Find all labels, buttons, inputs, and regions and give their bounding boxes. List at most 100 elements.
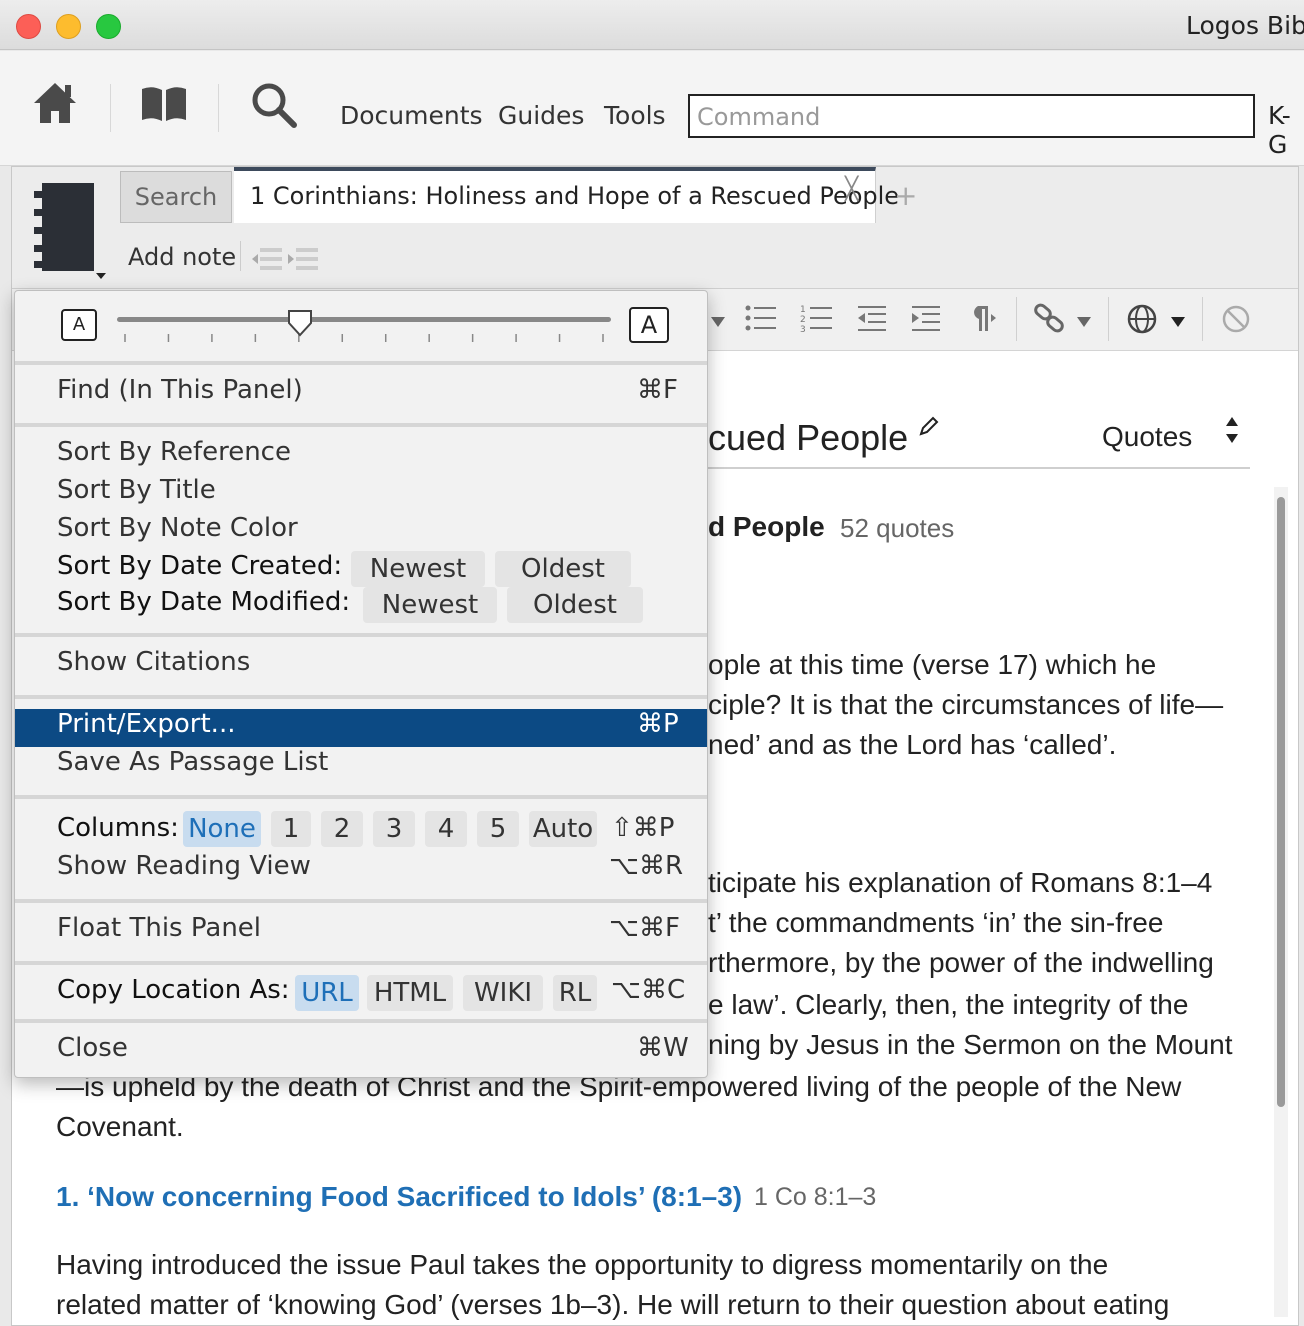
section-heading-link[interactable]: 1. ‘Now concerning Food Sacrificed to Id… — [56, 1181, 742, 1213]
slider-ticks — [117, 329, 611, 342]
notebook-icon[interactable] — [30, 183, 110, 287]
menu-separator — [15, 961, 707, 965]
copy-rl-option[interactable]: RL — [553, 975, 597, 1011]
svg-text:3: 3 — [800, 325, 806, 333]
columns-4-option[interactable]: 4 — [425, 811, 467, 847]
save-as-passage-list-item[interactable]: Save As Passage List — [57, 747, 328, 777]
show-citations-item[interactable]: Show Citations — [57, 647, 250, 677]
body-text-line: Covenant. — [56, 1111, 184, 1142]
menu-separator — [15, 633, 707, 637]
menu-separator — [15, 695, 707, 699]
minimize-window-button[interactable] — [56, 14, 81, 39]
body-text-line: Having introduced the issue Paul takes t… — [56, 1249, 1109, 1280]
indent-icon[interactable] — [286, 245, 322, 277]
numbered-list-icon[interactable]: 123 — [800, 303, 832, 337]
columns-5-option[interactable]: 5 — [477, 811, 519, 847]
toolbar-divider — [110, 84, 111, 132]
menu-separator — [15, 361, 707, 365]
divider — [1016, 297, 1017, 341]
chevron-down-icon[interactable] — [710, 313, 726, 332]
columns-2-option[interactable]: 2 — [321, 811, 363, 847]
divider — [240, 241, 241, 271]
slider-thumb[interactable] — [287, 309, 313, 341]
tab-search[interactable]: Search — [120, 171, 232, 223]
close-panel-item[interactable]: Close — [57, 1033, 128, 1063]
sort-by-date-modified-label: Sort By Date Modified: — [57, 587, 351, 617]
panel-header: Search 1 Corinthians: Holiness and Hope … — [12, 167, 1298, 289]
body-text-line: ciple? It is that the circumstances of l… — [708, 689, 1224, 720]
copy-url-option[interactable]: URL — [295, 975, 359, 1011]
search-icon[interactable] — [250, 81, 298, 133]
increase-indent-icon[interactable] — [910, 303, 942, 337]
copy-location-shortcut: ⌥⌘C — [611, 975, 686, 1005]
home-icon[interactable] — [32, 81, 78, 129]
find-in-panel-item[interactable]: Find (In This Panel) — [57, 375, 303, 405]
body-text-line: ning by Jesus in the Sermon on the Mount — [708, 1029, 1233, 1060]
created-oldest-option[interactable]: Oldest — [495, 551, 631, 587]
close-shortcut: ⌘W — [637, 1033, 689, 1063]
modified-newest-option[interactable]: Newest — [363, 587, 497, 623]
menu-separator — [15, 1019, 707, 1023]
font-size-slider[interactable] — [117, 317, 611, 322]
section-reference[interactable]: 1 Co 8:1–3 — [754, 1183, 876, 1212]
columns-label: Columns: — [57, 813, 179, 843]
close-window-button[interactable] — [16, 14, 41, 39]
zoom-window-button[interactable] — [96, 14, 121, 39]
sort-by-reference-item[interactable]: Sort By Reference — [57, 437, 291, 467]
modified-oldest-option[interactable]: Oldest — [507, 587, 643, 623]
title-bar: Logos Bib — [0, 0, 1304, 50]
library-icon[interactable] — [140, 85, 188, 127]
account-label[interactable]: K-G — [1268, 101, 1304, 159]
view-mode-select[interactable]: Quotes — [1102, 421, 1192, 453]
copy-html-option[interactable]: HTML — [367, 975, 453, 1011]
guides-menu[interactable]: Guides — [498, 101, 584, 130]
font-smaller-button[interactable]: A — [61, 309, 97, 341]
edit-pencil-icon[interactable] — [918, 415, 940, 441]
section-title: d People — [708, 511, 825, 542]
show-reading-view-item[interactable]: Show Reading View — [57, 851, 311, 881]
find-shortcut: ⌘F — [637, 375, 678, 405]
chevron-down-icon[interactable] — [1076, 313, 1092, 332]
body-text-line: ople at this time (verse 17) which he — [708, 649, 1157, 680]
link-icon[interactable] — [1032, 301, 1068, 339]
print-export-item[interactable]: Print/Export... — [57, 709, 235, 739]
clear-formatting-icon[interactable] — [1220, 303, 1252, 339]
sort-arrows-icon[interactable] — [1224, 415, 1240, 449]
outdent-icon[interactable] — [250, 245, 286, 277]
tab-title: 1 Corinthians: Holiness and Hope of a Re… — [250, 182, 900, 210]
copy-wiki-option[interactable]: WIKI — [463, 975, 543, 1011]
chevron-down-icon[interactable] — [1170, 313, 1186, 332]
svg-text:1: 1 — [800, 305, 806, 315]
quotes-count: 52 quotes — [840, 513, 955, 543]
paragraph-direction-icon[interactable] — [966, 303, 998, 337]
float-shortcut: ⌥⌘F — [609, 913, 680, 943]
bullet-list-icon[interactable] — [744, 303, 776, 337]
add-tab-button[interactable]: + — [894, 179, 917, 212]
float-panel-item[interactable]: Float This Panel — [57, 913, 261, 943]
sort-by-color-item[interactable]: Sort By Note Color — [57, 513, 298, 543]
tools-menu[interactable]: Tools — [604, 101, 666, 130]
columns-none-option[interactable]: None — [183, 811, 261, 847]
add-note-button[interactable]: Add note — [128, 243, 236, 271]
reading-view-shortcut: ⌥⌘R — [609, 851, 684, 881]
sort-by-title-item[interactable]: Sort By Title — [57, 475, 216, 505]
divider — [1202, 297, 1203, 341]
panel-menu: A A Find (In This Panel) ⌘F Sort By Refe… — [14, 290, 708, 1078]
tab-active-notes[interactable]: 1 Corinthians: Holiness and Hope of a Re… — [234, 167, 899, 223]
scrollbar-thumb[interactable] — [1277, 497, 1285, 1107]
columns-3-option[interactable]: 3 — [373, 811, 415, 847]
print-shortcut: ⌘P — [637, 709, 679, 739]
decrease-indent-icon[interactable] — [856, 303, 888, 337]
globe-icon[interactable] — [1126, 303, 1158, 339]
created-newest-option[interactable]: Newest — [351, 551, 485, 587]
command-input[interactable]: Command — [688, 94, 1255, 138]
main-toolbar: Documents Guides Tools Command K-G — [0, 51, 1304, 166]
close-tab-icon[interactable]: ╳ — [845, 177, 858, 202]
body-text-line: ned’ and as the Lord has ‘called’. — [708, 729, 1117, 760]
font-larger-button[interactable]: A — [629, 307, 669, 343]
sort-by-date-created-label: Sort By Date Created: — [57, 551, 343, 581]
columns-auto-option[interactable]: Auto — [529, 811, 597, 847]
documents-menu[interactable]: Documents — [340, 101, 483, 130]
columns-1-option[interactable]: 1 — [271, 811, 311, 847]
body-text-line: e law’. Clearly, then, the integrity of … — [708, 989, 1189, 1020]
